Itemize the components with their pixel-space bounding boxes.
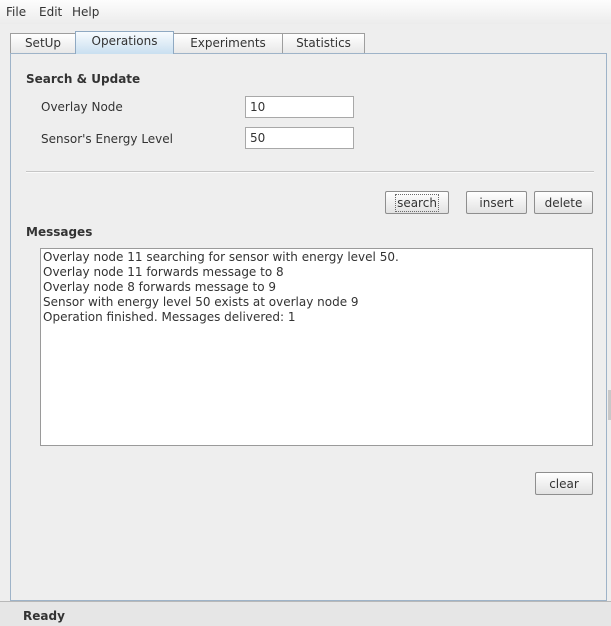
insert-button-label: insert — [479, 195, 514, 210]
search-button[interactable]: search — [385, 191, 449, 214]
tab-setup[interactable]: SetUp — [10, 33, 76, 53]
tab-statistics[interactable]: Statistics — [282, 33, 365, 53]
search-update-title: Search & Update — [26, 72, 141, 86]
section-divider — [26, 171, 594, 173]
menu-bar: File Edit Help — [0, 0, 611, 24]
insert-button[interactable]: insert — [466, 191, 527, 214]
menu-help[interactable]: Help — [72, 5, 99, 19]
search-button-label: search — [395, 193, 439, 212]
message-line: Overlay node 8 forwards message to 9 — [43, 280, 276, 294]
delete-button[interactable]: delete — [534, 191, 593, 214]
energy-level-label: Sensor's Energy Level — [41, 132, 173, 146]
delete-button-label: delete — [544, 195, 583, 210]
menu-edit[interactable]: Edit — [39, 5, 62, 19]
overlay-node-input[interactable] — [245, 96, 354, 118]
status-bar: Ready — [0, 601, 611, 626]
message-line: Overlay node 11 searching for sensor wit… — [43, 250, 399, 264]
tab-operations[interactable]: Operations — [75, 31, 174, 54]
clear-button-label: clear — [549, 476, 579, 491]
energy-level-input[interactable] — [245, 127, 354, 149]
overlay-node-label: Overlay Node — [41, 100, 123, 114]
message-line: Overlay node 11 forwards message to 8 — [43, 265, 284, 279]
tab-strip: SetUp Operations Experiments Statistics — [0, 24, 611, 54]
tab-experiments[interactable]: Experiments — [173, 33, 283, 53]
message-line: Sensor with energy level 50 exists at ov… — [43, 295, 359, 309]
clear-button[interactable]: clear — [535, 472, 593, 495]
messages-log[interactable]: Overlay node 11 searching for sensor wit… — [40, 248, 593, 446]
operations-panel: Search & Update Overlay Node Sensor's En… — [10, 53, 607, 601]
messages-title: Messages — [26, 225, 93, 239]
menu-file[interactable]: File — [6, 5, 26, 19]
status-text: Ready — [23, 609, 65, 623]
message-line: Operation finished. Messages delivered: … — [43, 310, 296, 324]
